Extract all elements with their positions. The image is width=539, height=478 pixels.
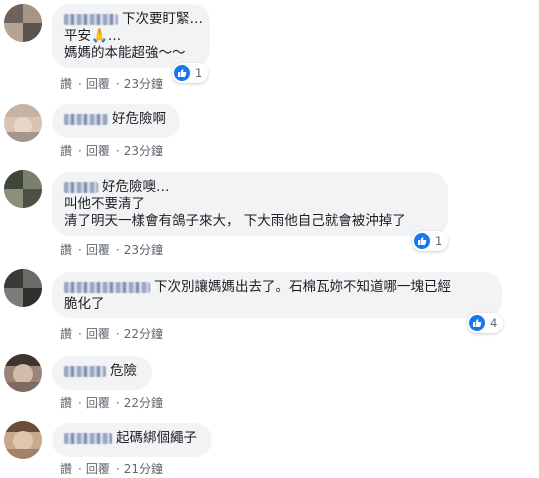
commenter-name[interactable] <box>64 181 98 193</box>
reply-link[interactable]: 回覆 <box>86 462 110 476</box>
like-link[interactable]: 讚 <box>60 144 72 158</box>
comment-bubble: 下次別讓媽媽出去了。石棉瓦妳不知道哪一塊已經 脆化了 <box>52 272 502 318</box>
timestamp[interactable]: 21分鐘 <box>124 462 163 476</box>
reply-link[interactable]: 回覆 <box>86 243 110 257</box>
comment-actions: 讚 · 回覆 · 22分鐘 <box>60 396 163 410</box>
avatar[interactable] <box>4 354 42 392</box>
comment-actions: 讚 · 回覆 · 23分鐘 <box>60 144 163 158</box>
comment-actions: 讚 · 回覆 · 23分鐘 <box>60 77 163 91</box>
comment-text-line: 危險 <box>110 363 137 379</box>
reply-link[interactable]: 回覆 <box>86 396 110 410</box>
avatar[interactable] <box>4 421 42 459</box>
timestamp[interactable]: 23分鐘 <box>124 77 163 91</box>
comment-bubble: 危險 <box>52 356 152 390</box>
avatar[interactable] <box>4 269 42 307</box>
like-link[interactable]: 讚 <box>60 327 72 341</box>
avatar[interactable] <box>4 170 42 208</box>
avatar[interactable] <box>4 4 42 42</box>
comment-text-line: 好危險啊 <box>112 111 166 127</box>
reaction-count[interactable]: 1 <box>172 63 209 83</box>
like-icon <box>414 233 430 249</box>
avatar[interactable] <box>4 104 42 142</box>
comment-text-line: 下次別讓媽媽出去了。石棉瓦妳不知道哪一塊已經 <box>154 279 451 295</box>
like-link[interactable]: 讚 <box>60 243 72 257</box>
commenter-name[interactable] <box>64 365 106 377</box>
comment-text-line: 好危險噢… <box>102 179 170 195</box>
comment-text-line: 清了明天一樣會有鴿子來大， 下大雨他自己就會被沖掉了 <box>64 213 406 229</box>
comment-text-line: 平安🙏… <box>64 28 122 44</box>
comment-actions: 讚 · 回覆 · 21分鐘 <box>60 462 163 476</box>
comment-text-line: 媽媽的本能超強～～ <box>64 45 186 61</box>
timestamp[interactable]: 22分鐘 <box>124 327 163 341</box>
reply-link[interactable]: 回覆 <box>86 77 110 91</box>
commenter-name[interactable] <box>64 281 150 293</box>
like-link[interactable]: 讚 <box>60 396 72 410</box>
comment-text-line: 脆化了 <box>64 296 105 312</box>
like-link[interactable]: 讚 <box>60 462 72 476</box>
like-icon <box>174 65 190 81</box>
reaction-count[interactable]: 1 <box>412 231 449 251</box>
timestamp[interactable]: 22分鐘 <box>124 396 163 410</box>
timestamp[interactable]: 23分鐘 <box>124 144 163 158</box>
timestamp[interactable]: 23分鐘 <box>124 243 163 257</box>
reply-link[interactable]: 回覆 <box>86 327 110 341</box>
commenter-name[interactable] <box>64 432 112 444</box>
comment-text-line: 起碼綁個繩子 <box>116 430 197 446</box>
comment-bubble: 起碼綁個繩子 <box>52 423 212 457</box>
comment-bubble: 好危險啊 <box>52 104 180 138</box>
comment-bubble: 下次要盯緊… 平安🙏… 媽媽的本能超強～～ <box>52 4 210 68</box>
commenter-name[interactable] <box>64 13 118 25</box>
comment-actions: 讚 · 回覆 · 23分鐘 <box>60 243 163 257</box>
comment-text-line: 下次要盯緊… <box>122 11 203 27</box>
commenter-name[interactable] <box>64 113 108 125</box>
comment-text-line: 叫他不要清了 <box>64 196 145 212</box>
reply-link[interactable]: 回覆 <box>86 144 110 158</box>
reaction-count[interactable]: 4 <box>467 313 504 333</box>
like-link[interactable]: 讚 <box>60 77 72 91</box>
comment-actions: 讚 · 回覆 · 22分鐘 <box>60 327 163 341</box>
comment-bubble: 好危險噢… 叫他不要清了 清了明天一樣會有鴿子來大， 下大雨他自己就會被沖掉了 <box>52 172 448 236</box>
like-icon <box>469 315 485 331</box>
